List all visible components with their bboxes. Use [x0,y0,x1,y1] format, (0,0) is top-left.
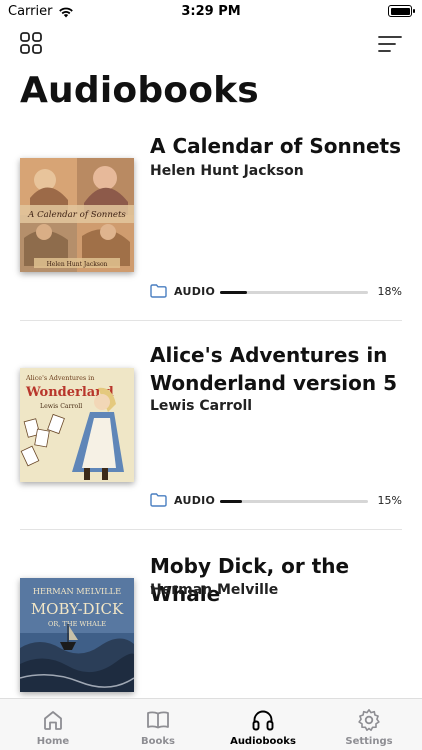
tab-audiobooks[interactable]: Audiobooks [210,699,316,750]
progress-percent: 15% [377,494,402,507]
cover-author-text: HERMAN MELVILLE [33,586,121,596]
status-bar: Carrier 3:29 PM [0,0,422,24]
progress-bar [220,500,368,503]
divider [20,529,402,530]
tab-books[interactable]: Books [105,699,211,750]
cover-art-moby-dick: HERMAN MELVILLE MOBY-DICK OR, THE WHALE [20,578,134,692]
book-cover[interactable]: Alice's Adventures in Wonderland Lewis C… [20,368,134,482]
book-title: A Calendar of Sonnets [150,134,401,158]
book-meta: AUDIO 18% [150,283,402,301]
progress-bar [220,291,368,294]
gear-icon [358,709,380,731]
cover-art-alice: Alice's Adventures in Wonderland Lewis C… [20,368,134,482]
tab-bar: Home Books Audiobooks Settings [0,698,422,750]
cover-art-calendar: A Calendar of Sonnets Helen Hunt Jackson [20,158,134,272]
tab-label: Home [36,736,70,747]
tab-settings[interactable]: Settings [316,699,422,750]
book-author: Herman Melville [150,582,279,598]
progress-fill [220,500,243,503]
book-title: Alice's Adventures in Wonderland version… [150,343,398,395]
format-label: AUDIO [174,285,216,298]
book-meta: AUDIO 15% [150,492,402,510]
book-icon [147,711,169,729]
cover-title-text: MOBY-DICK [31,600,124,618]
headphones-icon [252,710,274,731]
home-icon [44,711,62,730]
format-label: AUDIO [174,494,216,507]
status-time: 3:29 PM [181,4,241,19]
cover-author-text: Lewis Carroll [40,403,82,410]
cover-title-text: A Calendar of Sonnets [27,210,126,220]
folder-icon [150,284,167,298]
book-author: Helen Hunt Jackson [150,163,304,179]
book-title: Moby Dick, or the Whale [150,554,350,606]
battery-icon [388,5,415,17]
tab-home[interactable]: Home [0,699,106,750]
cover-title-line1: Alice's Adventures in [25,374,94,382]
progress-fill [220,291,247,294]
cover-subtitle-text: OR, THE WHALE [48,620,106,628]
book-cover[interactable]: HERMAN MELVILLE MOBY-DICK OR, THE WHALE [20,578,134,692]
tab-label: Audiobooks [230,736,296,747]
page-title: Audiobooks [20,70,259,111]
book-author: Lewis Carroll [150,398,253,414]
tab-label: Books [141,736,175,747]
grid-view-icon[interactable] [20,32,42,54]
cover-author-text: Helen Hunt Jackson [47,261,108,268]
sort-menu-icon[interactable] [378,34,402,54]
divider [20,320,402,321]
tab-label: Settings [345,736,393,747]
book-cover[interactable]: A Calendar of Sonnets Helen Hunt Jackson [20,158,134,272]
progress-percent: 18% [377,285,402,298]
nav-bar [0,30,422,56]
folder-icon [150,493,167,507]
